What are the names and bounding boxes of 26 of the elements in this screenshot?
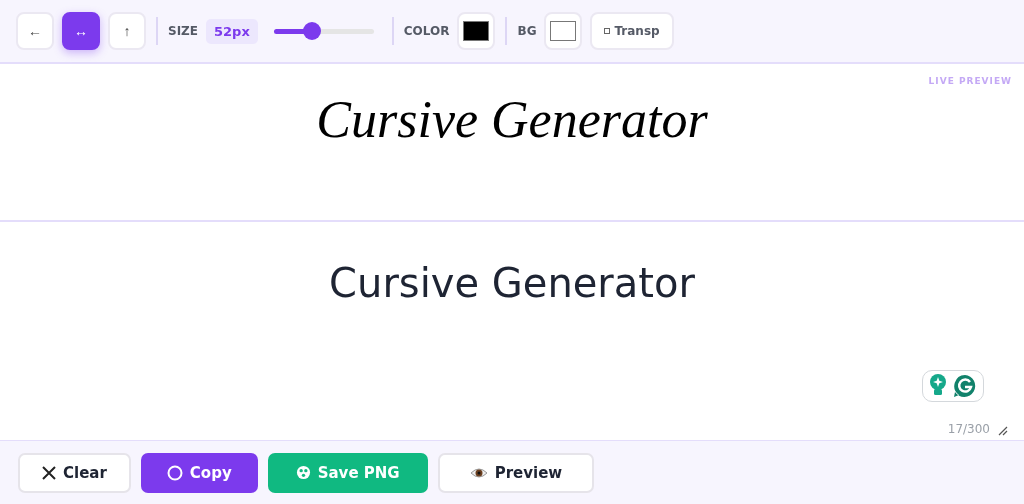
resize-handle-icon[interactable] (998, 426, 1008, 436)
eye-icon (469, 466, 488, 479)
align-button[interactable]: ↔ (62, 12, 100, 50)
bg-picker[interactable] (544, 12, 583, 50)
copy-button[interactable]: Copy (140, 452, 258, 493)
circle-icon (166, 464, 183, 481)
color-label: COLOR (403, 24, 450, 38)
grammar-widget[interactable] (922, 370, 984, 402)
preview-button[interactable]: Preview (437, 452, 595, 493)
lightbulb-icon (929, 374, 947, 396)
align-button[interactable]: ↑ (108, 12, 146, 50)
square-icon (604, 28, 611, 34)
align-button[interactable]: ← (16, 12, 54, 50)
clear-button[interactable]: Clear (18, 452, 131, 493)
size-label: SIZE (168, 24, 198, 38)
bg-label: BG (517, 24, 537, 38)
size-value: 52px (206, 18, 258, 44)
character-counter: 17/300 (947, 422, 990, 436)
slider-thumb[interactable] (302, 22, 321, 40)
palette-icon (295, 465, 311, 480)
color-picker[interactable] (457, 12, 496, 50)
g-logo-icon (953, 374, 977, 398)
close-icon (42, 465, 56, 480)
live-preview-label: LIVE PREVIEW (928, 76, 1012, 86)
cursive-preview-text: Cursive Generator (316, 90, 708, 149)
transparent-button[interactable]: Transp (590, 12, 674, 50)
